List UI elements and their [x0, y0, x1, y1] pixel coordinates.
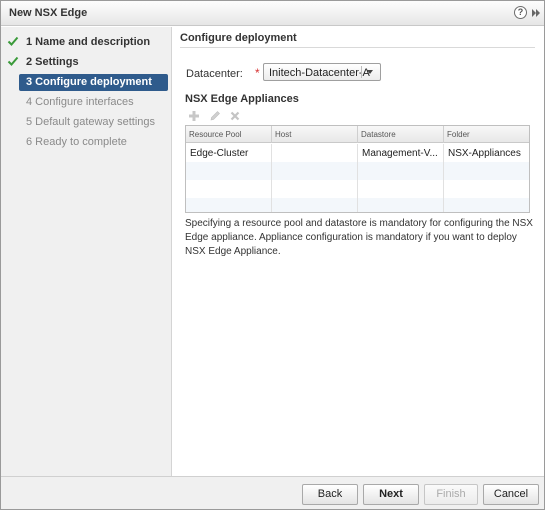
table-row-empty: [186, 180, 529, 198]
datacenter-selected-value: Initech-Datacenter-A: [269, 67, 370, 79]
step-default-gateway-settings: 5 Default gateway settings: [1, 114, 172, 131]
required-marker: *: [255, 66, 260, 80]
double-chevron-right-icon[interactable]: [531, 7, 541, 19]
table-cell: Edge-Cluster: [186, 144, 272, 162]
dialog-title: New NSX Edge: [9, 7, 88, 19]
x-icon[interactable]: [229, 110, 241, 122]
appliances-table: Resource Pool Host Datastore Folder Edge…: [185, 125, 530, 213]
step-label: 6 Ready to complete: [26, 136, 127, 148]
dialog-titlebar: New NSX Edge ?: [1, 1, 544, 26]
dialog-footer: Back Next Finish Cancel: [1, 476, 544, 509]
datacenter-label: Datacenter:: [186, 68, 243, 80]
datacenter-select[interactable]: Initech-Datacenter-A: [263, 63, 381, 81]
step-label: 3 Configure deployment: [26, 76, 152, 88]
divider: [180, 47, 535, 48]
wizard-content: Configure deployment Datacenter: * Inite…: [173, 27, 544, 476]
column-header-folder[interactable]: Folder: [444, 126, 529, 143]
info-note: Specifying a resource pool and datastore…: [185, 218, 533, 257]
table-header: Resource Pool Host Datastore Folder: [186, 126, 529, 143]
column-header-datastore[interactable]: Datastore: [358, 126, 444, 143]
step-configure-deployment[interactable]: 3 Configure deployment: [19, 74, 168, 91]
checkmark-icon: [7, 36, 19, 46]
checkmark-icon: [7, 56, 19, 66]
wizard-steps-nav: 1 Name and description 2 Settings 3 Conf…: [1, 27, 172, 476]
table-cell: [272, 144, 358, 162]
table-cell: Management-V...: [358, 144, 444, 162]
step-configure-interfaces: 4 Configure interfaces: [1, 94, 172, 111]
step-label: 4 Configure interfaces: [26, 96, 134, 108]
plus-icon[interactable]: [188, 110, 200, 122]
step-ready-to-complete: 6 Ready to complete: [1, 134, 172, 151]
pencil-icon[interactable]: [209, 110, 221, 122]
step-label: 2 Settings: [26, 56, 79, 68]
help-icon[interactable]: ?: [514, 6, 527, 19]
step-label: 5 Default gateway settings: [26, 116, 156, 128]
table-row-empty: [186, 162, 529, 180]
column-header-resource-pool[interactable]: Resource Pool: [186, 126, 272, 143]
finish-button: Finish: [424, 484, 478, 505]
select-separator: [361, 66, 362, 78]
column-header-host[interactable]: Host: [272, 126, 358, 143]
back-button[interactable]: Back: [302, 484, 358, 505]
table-row[interactable]: Edge-Cluster Management-V... NSX-Applian…: [186, 144, 529, 162]
chevron-down-icon: [367, 70, 373, 74]
next-button[interactable]: Next: [363, 484, 419, 505]
step-name-and-description[interactable]: 1 Name and description: [1, 34, 172, 51]
cancel-button[interactable]: Cancel: [483, 484, 539, 505]
table-row-empty: [186, 198, 529, 212]
new-nsx-edge-dialog: New NSX Edge ? 1 Name and description 2 …: [0, 0, 545, 510]
appliances-title: NSX Edge Appliances: [185, 93, 299, 105]
page-title: Configure deployment: [180, 32, 297, 44]
step-settings[interactable]: 2 Settings: [1, 54, 172, 71]
table-cell: NSX-Appliances: [448, 148, 521, 159]
step-label: 1 Name and description: [26, 36, 151, 48]
